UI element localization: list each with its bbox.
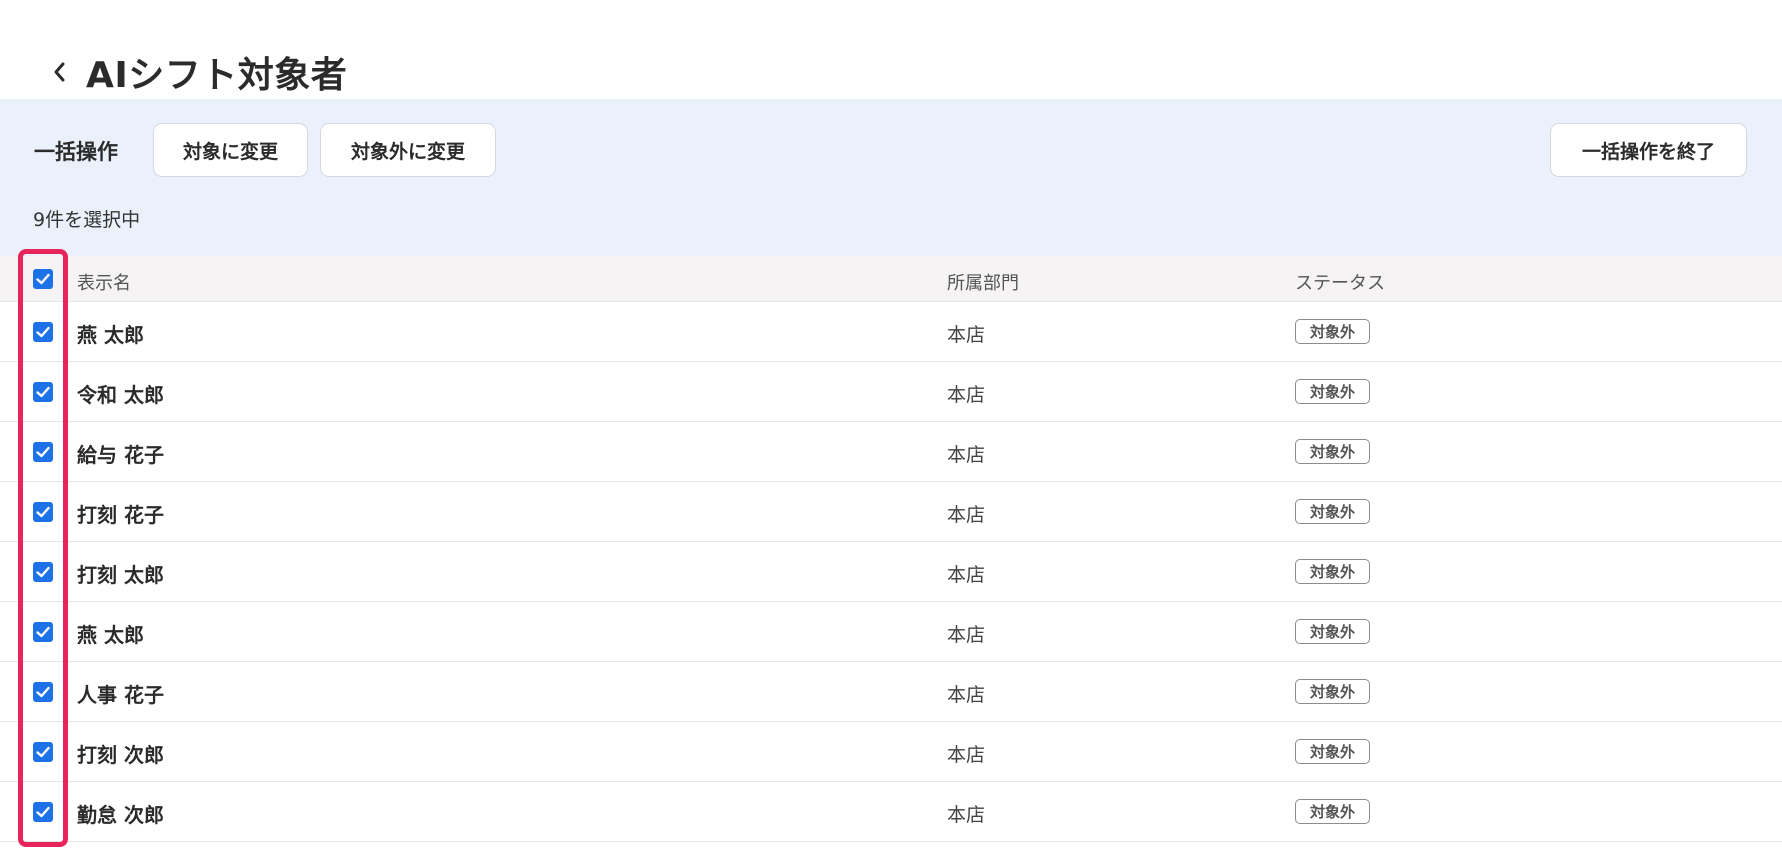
set-target-button[interactable]: 対象に変更 [153,123,308,177]
row-name: 燕 太郎 [77,623,144,647]
table-header: 表示名 所属部門 ステータス [0,256,1782,302]
status-badge: 対象外 [1295,379,1370,404]
row-checkbox[interactable] [33,322,53,342]
row-dept: 本店 [947,384,986,406]
row-dept: 本店 [947,564,986,586]
back-button[interactable] [44,52,74,92]
table-row[interactable]: 打刻 次郎 本店 対象外 [0,722,1782,782]
table-row[interactable]: 給与 花子 本店 対象外 [0,422,1782,482]
table-row[interactable]: 打刻 花子 本店 対象外 [0,482,1782,542]
check-icon [36,686,50,698]
status-badge: 対象外 [1295,559,1370,584]
table-row[interactable]: 燕 太郎 本店 対象外 [0,602,1782,662]
row-checkbox[interactable] [33,382,53,402]
end-bulk-action-button[interactable]: 一括操作を終了 [1550,123,1747,177]
check-icon [36,326,50,338]
row-checkbox[interactable] [33,442,53,462]
check-icon [36,506,50,518]
check-icon [36,273,50,285]
row-name: 人事 花子 [77,683,164,707]
check-icon [36,386,50,398]
status-badge: 対象外 [1295,439,1370,464]
row-name: 打刻 花子 [77,503,164,527]
status-badge: 対象外 [1295,679,1370,704]
table-row[interactable]: 燕 太郎 本店 対象外 [0,302,1782,362]
column-header-status[interactable]: ステータス [1295,269,1385,295]
row-checkbox[interactable] [33,682,53,702]
table-row[interactable]: 打刻 太郎 本店 対象外 [0,542,1782,602]
column-header-dept[interactable]: 所属部門 [947,269,1019,295]
page-title: AIシフト対象者 [86,55,348,96]
row-checkbox[interactable] [33,802,53,822]
check-icon [36,626,50,638]
row-dept: 本店 [947,504,986,526]
row-dept: 本店 [947,444,986,466]
status-badge: 対象外 [1295,499,1370,524]
row-dept: 本店 [947,624,986,646]
row-checkbox[interactable] [33,562,53,582]
column-header-name[interactable]: 表示名 [77,269,131,295]
set-nontarget-button[interactable]: 対象外に変更 [320,123,496,177]
check-icon [36,566,50,578]
row-dept: 本店 [947,744,986,766]
bulk-action-label: 一括操作 [34,140,118,164]
row-name: 燕 太郎 [77,323,144,347]
row-dept: 本店 [947,804,986,826]
select-all-checkbox[interactable] [33,269,53,289]
selected-count: 9件を選択中 [33,209,141,231]
row-dept: 本店 [947,684,986,706]
row-name: 打刻 太郎 [77,563,164,587]
row-checkbox[interactable] [33,502,53,522]
check-icon [36,806,50,818]
page-header: AIシフト対象者 [0,0,1782,99]
table-row[interactable]: 勤怠 次郎 本店 対象外 [0,782,1782,842]
table-row[interactable]: 人事 花子 本店 対象外 [0,662,1782,722]
row-dept: 本店 [947,324,986,346]
row-name: 給与 花子 [77,443,164,467]
row-name: 勤怠 次郎 [77,803,164,827]
row-checkbox[interactable] [33,622,53,642]
status-badge: 対象外 [1295,799,1370,824]
row-checkbox[interactable] [33,742,53,762]
check-icon [36,746,50,758]
status-badge: 対象外 [1295,619,1370,644]
chevron-left-icon [54,62,65,82]
row-name: 令和 太郎 [77,383,164,407]
table-row[interactable]: 令和 太郎 本店 対象外 [0,362,1782,422]
check-icon [36,446,50,458]
row-name: 打刻 次郎 [77,743,164,767]
status-badge: 対象外 [1295,319,1370,344]
status-badge: 対象外 [1295,739,1370,764]
